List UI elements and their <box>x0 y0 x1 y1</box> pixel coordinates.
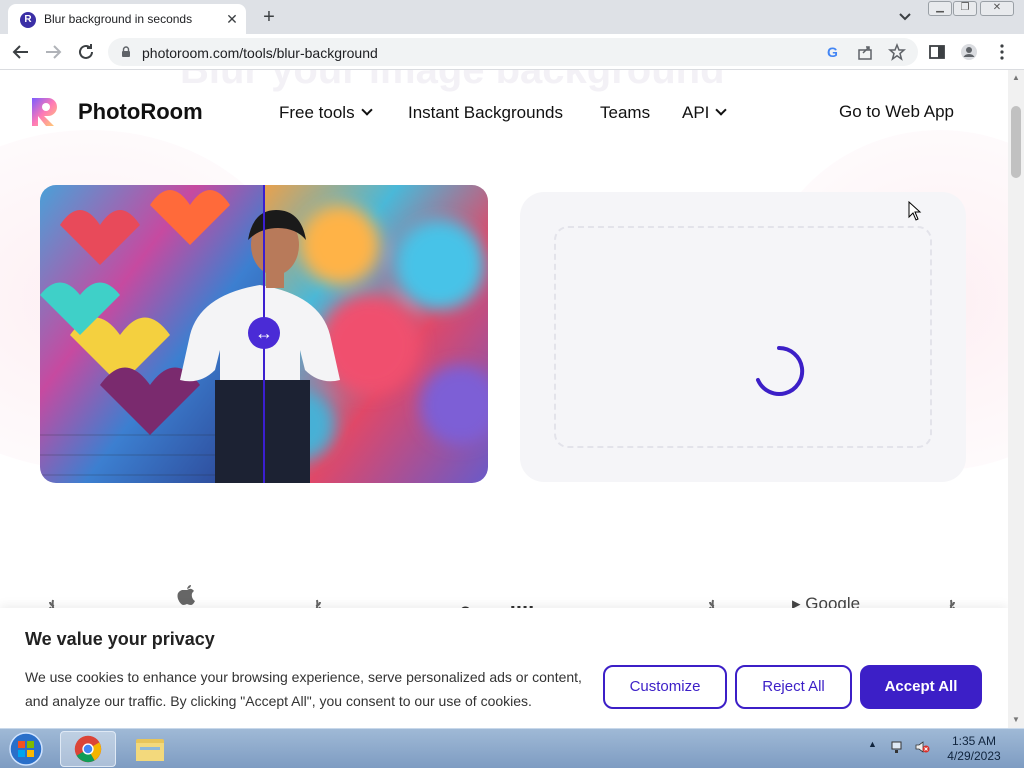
cookie-consent-banner: We value your privacy We use cookies to … <box>0 608 1008 728</box>
new-tab-button[interactable]: + <box>258 6 280 28</box>
browser-tab[interactable]: R Blur background in seconds ✕ <box>8 4 246 34</box>
mouse-pointer-icon <box>908 201 922 221</box>
svg-text:G: G <box>827 44 838 60</box>
google-translate-icon[interactable]: G <box>824 43 842 61</box>
file-explorer-icon[interactable] <box>122 731 178 767</box>
apple-logo-icon <box>177 585 195 605</box>
reload-icon[interactable] <box>75 41 97 63</box>
lock-icon[interactable] <box>120 46 132 58</box>
nav-teams[interactable]: Teams <box>600 103 650 123</box>
profile-avatar-icon[interactable] <box>960 43 978 61</box>
forward-arrow-icon[interactable] <box>42 41 64 63</box>
clock-time: 1:35 AM <box>951 734 997 748</box>
brand-name[interactable]: PhotoRoom <box>78 99 203 125</box>
scroll-down-arrow-icon[interactable]: ▼ <box>1012 716 1020 724</box>
network-icon[interactable] <box>890 739 906 755</box>
chevron-down-icon <box>360 104 373 116</box>
cookie-description: We use cookies to enhance your browsing … <box>25 669 582 709</box>
cookie-title: We value your privacy <box>25 629 215 649</box>
nav-free-tools-label: Free tools <box>279 103 355 122</box>
reject-all-button[interactable]: Reject All <box>735 665 852 709</box>
address-bar[interactable]: photoroom.com/tools/blur-background G <box>108 38 918 66</box>
side-panel-icon[interactable] <box>928 43 946 61</box>
restore-button[interactable]: ❐ <box>953 1 977 16</box>
photoroom-favicon-icon: R <box>20 12 36 28</box>
customize-button[interactable]: Customize <box>603 665 727 709</box>
chrome-taskbar-icon[interactable] <box>60 731 116 767</box>
accept-all-button[interactable]: Accept All <box>860 665 982 709</box>
minimize-button[interactable]: ▁ <box>928 1 952 16</box>
share-icon[interactable] <box>856 43 874 61</box>
go-to-web-app-link[interactable]: Go to Web App <box>839 102 954 122</box>
browser-toolbar: photoroom.com/tools/blur-background G <box>0 34 1024 70</box>
upload-drop-zone[interactable] <box>520 192 966 482</box>
browser-tab-bar: R Blur background in seconds ✕ + ▁ ❐ ✕ <box>0 0 1024 34</box>
tab-title: Blur background in seconds <box>44 12 193 26</box>
chevron-down-icon <box>715 104 728 116</box>
windows-start-icon[interactable] <box>6 731 46 767</box>
hero-title-behind-header: Blur your image background <box>180 70 725 92</box>
chrome-menu-icon[interactable] <box>993 43 1011 61</box>
scrollbar-thumb[interactable] <box>1011 106 1021 178</box>
page-scrollbar[interactable]: ▲ ▼ <box>1008 70 1024 728</box>
show-hidden-icons-icon[interactable]: ▲ <box>868 739 884 755</box>
volume-muted-icon[interactable] <box>914 739 930 755</box>
nav-free-tools[interactable]: Free tools <box>279 103 373 123</box>
url-text: photoroom.com/tools/blur-background <box>142 45 378 61</box>
windows-taskbar: ▲ 1:35 AM 4/29/2023 <box>0 728 1024 768</box>
loading-spinner-icon <box>756 345 805 396</box>
nav-instant-backgrounds[interactable]: Instant Backgrounds <box>408 103 563 123</box>
dashed-drop-area[interactable] <box>554 226 932 448</box>
clock-date: 4/29/2023 <box>947 749 1001 763</box>
nav-api-label: API <box>682 103 710 122</box>
compare-slider-handle-icon[interactable]: ↔ <box>248 317 280 349</box>
tab-search-chevron-icon[interactable] <box>895 6 915 26</box>
close-window-button[interactable]: ✕ <box>980 1 1014 16</box>
close-tab-icon[interactable]: ✕ <box>224 11 240 27</box>
back-arrow-icon[interactable] <box>10 41 32 63</box>
bookmark-star-icon[interactable] <box>888 43 906 61</box>
nav-api[interactable]: API <box>682 103 728 123</box>
scroll-up-arrow-icon[interactable]: ▲ <box>1012 74 1020 82</box>
system-clock[interactable]: 1:35 AM 4/29/2023 <box>942 734 1006 764</box>
photoroom-logo-icon[interactable] <box>30 94 64 128</box>
